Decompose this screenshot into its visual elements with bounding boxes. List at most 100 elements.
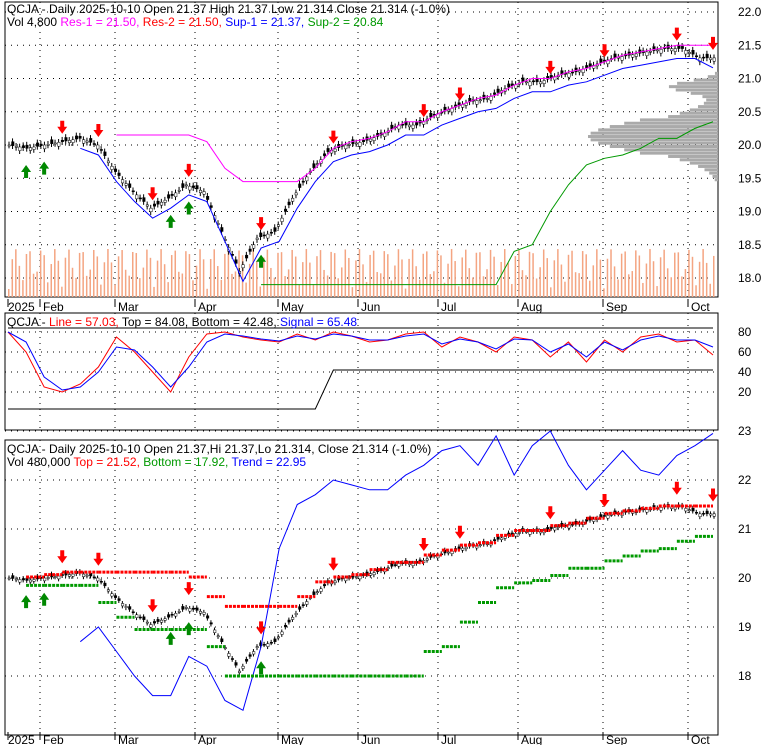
candle-body	[648, 50, 652, 53]
volume-bar	[85, 275, 88, 297]
month-label: Jul	[441, 300, 456, 314]
candle-body	[67, 140, 71, 143]
volume-bar	[206, 288, 208, 297]
volume-profile-bar	[679, 158, 718, 162]
volume-bar	[188, 254, 191, 297]
volume-bar	[294, 256, 297, 297]
volume-bar	[287, 269, 290, 297]
volume-bar	[705, 262, 708, 297]
candle-body	[114, 595, 118, 598]
candle-body	[167, 614, 171, 618]
volume-bar	[659, 257, 662, 297]
candle-body	[106, 589, 110, 592]
volume-bar	[131, 251, 134, 297]
candle-body	[39, 143, 43, 146]
volume-bar	[8, 289, 10, 297]
candle-body	[149, 624, 153, 628]
volume-bar	[550, 287, 552, 297]
volume-bar	[684, 269, 687, 297]
candle-body	[393, 564, 397, 566]
volume-bar	[436, 250, 439, 297]
candle-body	[712, 57, 716, 62]
candle-body	[298, 606, 302, 610]
candle-body	[578, 70, 582, 73]
candle-body	[255, 237, 259, 240]
candle-body	[191, 185, 195, 188]
candle-body	[241, 264, 245, 269]
candle-body	[202, 191, 206, 195]
volume-bar	[479, 252, 481, 297]
price-axis-label: 21.5	[738, 38, 762, 52]
volume-bar	[503, 249, 506, 297]
volume-bar	[170, 255, 173, 297]
candle-body	[106, 160, 110, 164]
candle-body	[312, 591, 316, 595]
volume-bar	[507, 262, 510, 297]
candle-body	[238, 670, 242, 673]
candle-body	[99, 581, 103, 583]
candle-body	[213, 629, 217, 633]
volume-bar	[46, 282, 49, 297]
volume-bar	[635, 250, 637, 297]
candle-body	[135, 614, 139, 618]
candle-body	[358, 142, 362, 147]
title-line-1: QCJA - Daily 2025-10-10 Open 21.37 High …	[7, 2, 450, 16]
candle-body	[702, 56, 706, 59]
sup2-label: Sup-2 = 20.84	[308, 15, 384, 29]
volume-bar	[599, 259, 602, 297]
volume-bar	[107, 249, 109, 297]
candle-body	[298, 183, 302, 188]
volume-bar	[539, 267, 541, 297]
candle-body	[372, 572, 376, 576]
volume-bar	[642, 282, 644, 297]
volume-bar	[564, 281, 566, 297]
candle-body	[199, 611, 203, 614]
volume-bar	[433, 271, 435, 297]
volume-bar	[220, 279, 223, 297]
candle-body	[252, 651, 256, 655]
candle-body	[50, 139, 54, 144]
candle-body	[170, 614, 174, 616]
candle-body	[645, 51, 649, 56]
candle-body	[53, 576, 57, 578]
osc-axis-label: 20	[738, 385, 752, 399]
candle-body	[92, 143, 96, 145]
candle-body	[687, 509, 691, 511]
candle-body	[181, 606, 185, 610]
volume-bar	[631, 271, 634, 297]
sell-arrow-icon	[671, 481, 682, 495]
volume-bar	[528, 251, 531, 297]
volume-bar	[468, 268, 471, 297]
sell-arrow-icon	[671, 27, 682, 41]
volume-bar	[387, 254, 389, 297]
stock-chart: 2025 Feb Mar Apr May Jun Jul Aug Sep Oct 2025 Feb Ma…	[0, 0, 780, 745]
volume-bar	[103, 262, 106, 297]
buy-arrow-icon	[183, 201, 194, 215]
volume-bar	[500, 261, 502, 297]
candle-body	[32, 146, 36, 150]
volume-bar	[518, 250, 520, 297]
candle-body	[528, 81, 532, 87]
candle-body	[163, 199, 167, 203]
candle-body	[333, 580, 337, 584]
volume-bar	[18, 265, 21, 297]
volume-bar	[305, 249, 308, 297]
volume-bar	[624, 251, 626, 297]
osc-axis-label: 60	[738, 345, 752, 359]
candle-body	[333, 148, 337, 152]
volume-profile-bar	[707, 75, 718, 79]
candle-body	[659, 507, 663, 511]
candle-body	[156, 619, 160, 622]
candle-body	[284, 624, 288, 628]
volume-bar	[457, 286, 460, 297]
sell-arrow-icon	[256, 217, 267, 231]
volume-bar	[596, 249, 598, 297]
month-label: Apr	[198, 733, 217, 745]
month-label: Feb	[43, 733, 64, 745]
volume-bar	[284, 276, 286, 297]
volume-bar	[78, 252, 81, 297]
volume-bar	[627, 274, 630, 297]
candle-body	[280, 631, 284, 635]
sell-arrow-icon	[183, 582, 194, 596]
candle-body	[206, 196, 210, 200]
